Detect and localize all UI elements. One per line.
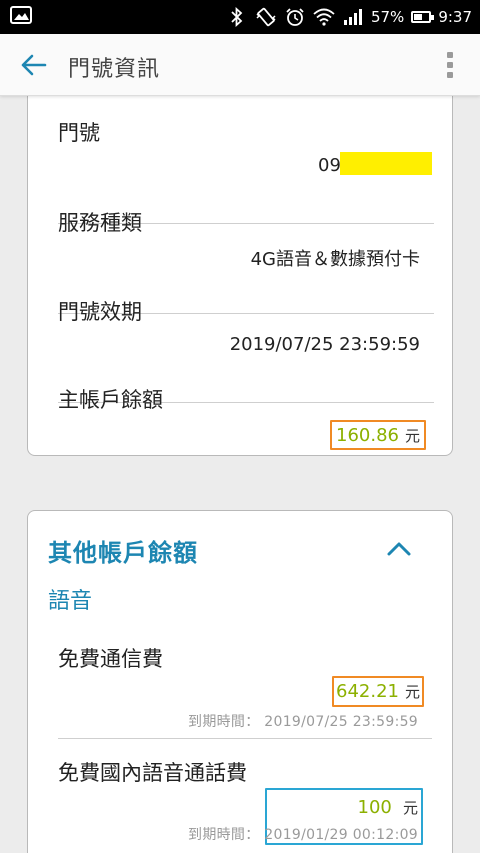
free-voice-label: 免費國內語音通話費	[58, 761, 247, 785]
battery-level-fill	[414, 14, 423, 20]
free-voice-unit: 元	[402, 799, 418, 817]
other-balance-heading: 其他帳戶餘額	[48, 539, 198, 567]
main-balance-box: 160.86 元	[330, 420, 426, 450]
free-voice-expire: 到期時間： 2019/01/29 00:12:09	[188, 824, 418, 844]
number-value-wrap: 09	[318, 152, 434, 176]
number-info-card: 門號 09 服務種類 4G語音＆數據預付卡 門號效期 2019/07/25 23…	[27, 80, 453, 456]
free-comm-unit: 元	[404, 683, 420, 701]
number-row: 門號 09	[58, 117, 434, 224]
more-vert-icon[interactable]	[444, 48, 456, 82]
bluetooth-icon	[226, 6, 248, 28]
validity-row: 門號效期 2019/07/25 23:59:59	[58, 296, 434, 403]
battery-icon	[411, 11, 435, 23]
validity-label: 門號效期	[58, 300, 142, 324]
service-type-value: 4G語音＆數據預付卡	[250, 249, 420, 270]
status-bar: 57% 9:37	[0, 0, 480, 34]
redaction-highlight	[340, 152, 432, 175]
back-arrow-icon[interactable]	[16, 49, 50, 81]
app-bar: 門號資訊	[0, 34, 480, 96]
free-comm-box: 642.21 元	[332, 676, 424, 707]
voice-section-title: 語音	[48, 589, 93, 614]
alarm-icon	[284, 6, 306, 28]
main-balance-label: 主帳戶餘額	[58, 388, 163, 412]
chevron-up-icon[interactable]	[386, 539, 412, 559]
vibrate-icon	[255, 6, 277, 28]
main-balance-unit: 元	[404, 426, 420, 445]
free-comm-amount: 642.21	[336, 681, 399, 702]
battery-percent: 57%	[370, 8, 405, 26]
free-voice-amount-wrap: 100 元	[358, 797, 418, 818]
service-type-row: 服務種類 4G語音＆數據預付卡	[58, 207, 434, 314]
free-voice-expire-label: 到期時間：	[188, 827, 260, 843]
other-balance-card: 其他帳戶餘額 語音 免費通信費 642.21 元 到期時間： 2019/07/2…	[27, 510, 453, 853]
free-comm-label: 免費通信費	[58, 647, 163, 671]
free-comm-expire-label: 到期時間：	[188, 714, 260, 730]
free-comm-expire: 到期時間： 2019/07/25 23:59:59	[188, 711, 418, 731]
image-icon	[10, 6, 34, 26]
free-voice-expire-value: 2019/01/29 00:12:09	[264, 827, 418, 843]
free-voice-amount: 100	[357, 797, 392, 818]
number-label: 門號	[58, 121, 100, 145]
wifi-icon	[313, 6, 335, 28]
page-title: 門號資訊	[68, 57, 161, 82]
signal-icon	[342, 6, 364, 28]
free-comm-expire-value: 2019/07/25 23:59:59	[264, 714, 418, 730]
clock: 9:37	[438, 8, 472, 26]
validity-value: 2019/07/25 23:59:59	[229, 334, 420, 355]
number-value: 09	[318, 155, 341, 176]
service-type-label: 服務種類	[58, 211, 142, 235]
main-balance-amount: 160.86	[336, 424, 399, 446]
